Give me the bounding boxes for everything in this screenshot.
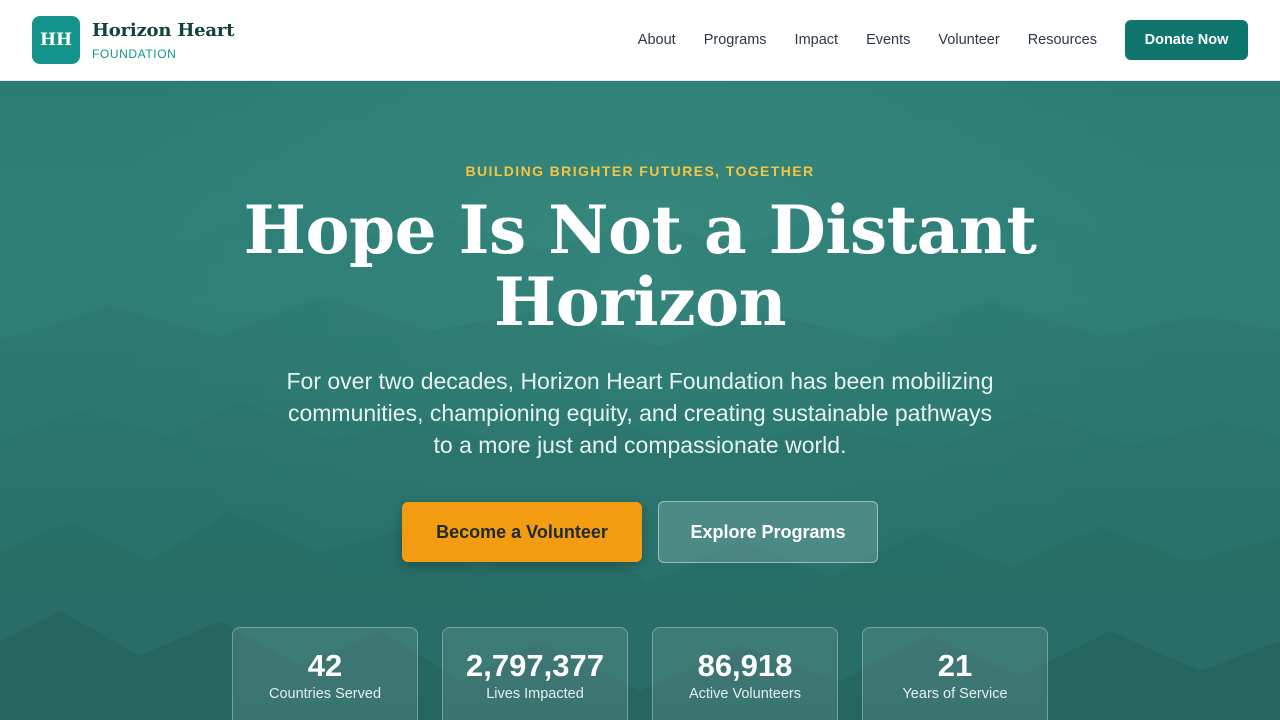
logo-mark[interactable]: HH — [32, 16, 80, 64]
stat-label: Years of Service — [902, 686, 1008, 702]
stat-card-lives: 2,797,377 Lives Impacted — [442, 627, 628, 720]
brand-name: Horizon Heart — [92, 19, 235, 41]
main-nav: About Programs Impact Events Volunteer R… — [638, 20, 1248, 60]
stat-card-years: 21 Years of Service — [862, 627, 1048, 720]
hero-eyebrow: BUILDING BRIGHTER FUTURES, TOGETHER — [465, 163, 815, 179]
explore-programs-button[interactable]: Explore Programs — [658, 501, 878, 563]
hero-section: BUILDING BRIGHTER FUTURES, TOGETHER Hope… — [0, 81, 1280, 720]
brand-block[interactable]: Horizon Heart FOUNDATION — [92, 20, 234, 61]
site-header: HH Horizon Heart FOUNDATION About Progra… — [0, 0, 1280, 81]
nav-resources[interactable]: Resources — [1028, 32, 1097, 48]
donate-button[interactable]: Donate Now — [1125, 20, 1248, 60]
nav-programs[interactable]: Programs — [704, 32, 767, 48]
brand-subtitle: FOUNDATION — [92, 46, 177, 61]
stat-value: 86,918 — [697, 648, 793, 683]
stat-value: 42 — [307, 648, 343, 683]
stat-label: Lives Impacted — [486, 686, 584, 702]
stat-card-volunteers: 86,918 Active Volunteers — [652, 627, 838, 720]
become-volunteer-button[interactable]: Become a Volunteer — [402, 502, 642, 562]
stat-value: 2,797,377 — [466, 648, 604, 683]
stat-label: Active Volunteers — [688, 686, 802, 702]
nav-impact[interactable]: Impact — [795, 32, 839, 48]
nav-volunteer[interactable]: Volunteer — [938, 32, 999, 48]
nav-events[interactable]: Events — [866, 32, 910, 48]
stat-label: Countries Served — [268, 686, 382, 702]
stat-value: 21 — [937, 648, 973, 683]
stat-card-countries: 42 Countries Served — [232, 627, 418, 720]
nav-about[interactable]: About — [638, 32, 676, 48]
hero-description: For over two decades, Horizon Heart Foun… — [286, 368, 994, 458]
hero-headline: Hope Is Not a Distant Horizon — [243, 191, 1037, 341]
